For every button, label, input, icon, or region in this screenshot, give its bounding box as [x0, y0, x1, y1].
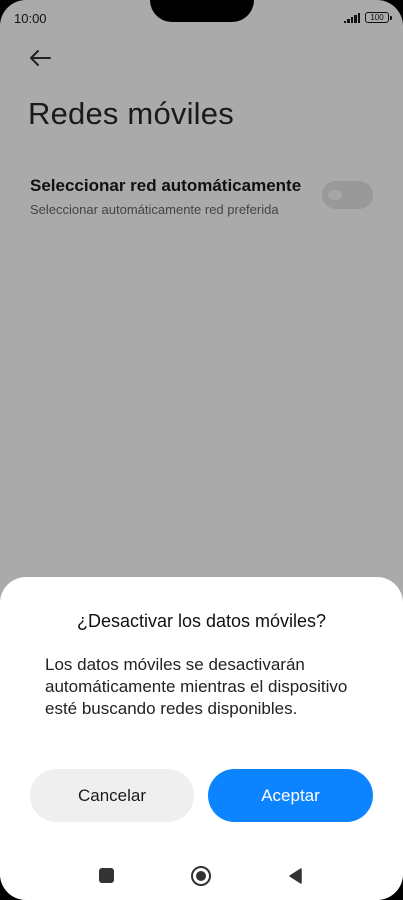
nav-back-button[interactable]: [287, 867, 303, 885]
back-button[interactable]: [26, 46, 54, 70]
status-icons: 100: [343, 12, 392, 23]
auto-network-title: Seleccionar red automáticamente: [30, 176, 302, 195]
toggle-knob: [328, 190, 342, 200]
status-bar: 10:00 100: [0, 0, 403, 36]
triangle-back-icon: [289, 868, 302, 884]
status-time: 10:00: [14, 11, 47, 26]
arrow-left-icon: [30, 50, 51, 66]
recents-button[interactable]: [99, 868, 114, 883]
auto-network-subtitle: Seleccionar automáticamente red preferid…: [30, 202, 279, 217]
battery-icon: 100: [365, 12, 392, 23]
dialog-message: Los datos móviles se desactivarán automá…: [45, 655, 348, 718]
signal-icon: [343, 12, 360, 23]
screen: 10:00 100 Redes móviles Seleccionar red …: [0, 0, 403, 900]
auto-network-setting-row[interactable]: Seleccionar red automáticamente Seleccio…: [0, 168, 403, 228]
accept-button[interactable]: Aceptar: [208, 769, 373, 822]
home-button[interactable]: [191, 866, 211, 886]
confirm-dialog: ¿Desactivar los datos móviles? Los datos…: [0, 577, 403, 900]
dialog-title: ¿Desactivar los datos móviles?: [76, 611, 327, 631]
page-title: Redes móviles: [28, 96, 234, 131]
cancel-button[interactable]: Cancelar: [30, 769, 194, 822]
auto-network-toggle[interactable]: [322, 181, 373, 209]
battery-level: 100: [370, 13, 384, 22]
